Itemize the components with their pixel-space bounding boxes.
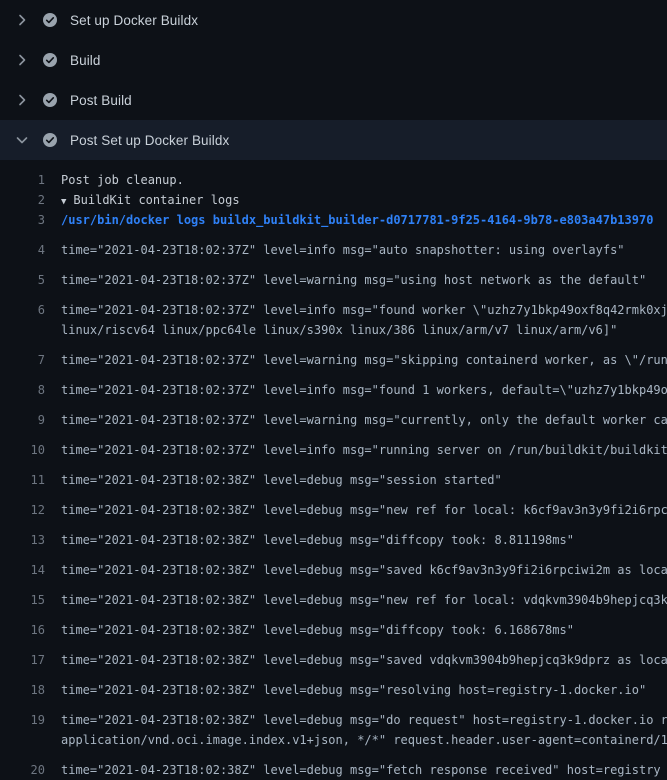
log-line: 17 time="2021-04-23T18:02:38Z" level=debu… [0, 640, 667, 670]
line-number[interactable]: 11 [0, 470, 45, 490]
log-text: linux/riscv64 linux/ppc64le linux/s390x … [61, 320, 617, 340]
log-line: 5 time="2021-04-23T18:02:37Z" level=warni… [0, 260, 667, 290]
group-expanded-triangle-icon: ▼ [61, 192, 66, 210]
log-line: 14 time="2021-04-23T18:02:38Z" level=debu… [0, 550, 667, 580]
chevron-right-icon [14, 52, 30, 68]
log-text: time="2021-04-23T18:02:38Z" level=debug … [61, 650, 667, 670]
line-number[interactable]: 10 [0, 440, 45, 460]
line-number[interactable]: 12 [0, 500, 45, 520]
log-text: time="2021-04-23T18:02:38Z" level=debug … [61, 530, 574, 550]
step-title: Set up Docker Buildx [70, 13, 198, 28]
log-text: time="2021-04-23T18:02:38Z" level=debug … [61, 680, 646, 700]
line-number[interactable]: 8 [0, 380, 45, 400]
log-text: time="2021-04-23T18:02:38Z" level=debug … [61, 470, 502, 490]
log-text: time="2021-04-23T18:02:38Z" level=debug … [61, 760, 661, 780]
line-number[interactable]: 20 [0, 760, 45, 780]
line-number[interactable]: 19 [0, 710, 45, 730]
log-line: 13 time="2021-04-23T18:02:38Z" level=debu… [0, 520, 667, 550]
log-text: time="2021-04-23T18:02:38Z" level=debug … [61, 560, 667, 580]
log-text: time="2021-04-23T18:02:38Z" level=debug … [61, 710, 667, 730]
log-line: 1 Post job cleanup. [0, 170, 667, 190]
line-number[interactable]: 7 [0, 350, 45, 370]
log-text: time="2021-04-23T18:02:37Z" level=warnin… [61, 350, 667, 370]
line-number [0, 730, 45, 750]
log-line: 18 time="2021-04-23T18:02:38Z" level=debu… [0, 670, 667, 700]
step-header-set-up-docker-buildx[interactable]: Set up Docker Buildx [0, 0, 667, 40]
success-check-icon [42, 132, 58, 148]
step-header-post-set-up-docker-buildx[interactable]: Post Set up Docker Buildx [0, 120, 667, 160]
success-check-icon [42, 92, 58, 108]
step-header-build[interactable]: Build [0, 40, 667, 80]
line-number[interactable]: 9 [0, 410, 45, 430]
log-line: 19 time="2021-04-23T18:02:38Z" level=debu… [0, 700, 667, 730]
step-title: Post Build [70, 93, 132, 108]
log-text: Post job cleanup. [61, 170, 184, 190]
log-text: time="2021-04-23T18:02:37Z" level=info m… [61, 300, 667, 320]
log-text: time="2021-04-23T18:02:38Z" level=debug … [61, 500, 667, 520]
success-check-icon [42, 12, 58, 28]
log-line: 8 time="2021-04-23T18:02:37Z" level=info … [0, 370, 667, 400]
log-line: 10 time="2021-04-23T18:02:37Z" level=info… [0, 430, 667, 460]
log-text: time="2021-04-23T18:02:37Z" level=info m… [61, 440, 667, 460]
log-text: application/vnd.oci.image.index.v1+json,… [61, 730, 667, 750]
log-command-text: /usr/bin/docker logs buildx_buildkit_bui… [61, 210, 653, 230]
log-line: linux/riscv64 linux/ppc64le linux/s390x … [0, 320, 667, 340]
log-line: application/vnd.oci.image.index.v1+json,… [0, 730, 667, 750]
log-line: 3/usr/bin/docker logs buildx_buildkit_bu… [0, 210, 667, 230]
chevron-right-icon [14, 92, 30, 108]
line-number [0, 320, 45, 340]
log-line: 4 time="2021-04-23T18:02:37Z" level=info … [0, 230, 667, 260]
log-text: time="2021-04-23T18:02:37Z" level=warnin… [61, 410, 667, 430]
log-line: 6 time="2021-04-23T18:02:37Z" level=info … [0, 290, 667, 320]
log-lines: 1 Post job cleanup. 2 ▼ BuildKit container l… [0, 160, 667, 780]
log-text: time="2021-04-23T18:02:37Z" level=warnin… [61, 270, 646, 290]
line-number[interactable]: 17 [0, 650, 45, 670]
chevron-right-icon [14, 12, 30, 28]
success-check-icon [42, 52, 58, 68]
line-number[interactable]: 6 [0, 300, 45, 320]
log-line: 20 time="2021-04-23T18:02:38Z" level=debu… [0, 750, 667, 780]
line-number[interactable]: 15 [0, 590, 45, 610]
log-line: 11 time="2021-04-23T18:02:38Z" level=debu… [0, 460, 667, 490]
step-title: Build [70, 53, 101, 68]
log-group-label: BuildKit container logs [73, 193, 239, 207]
line-number[interactable]: 2 [0, 190, 45, 210]
line-number[interactable]: 1 [0, 170, 45, 190]
line-number[interactable]: 16 [0, 620, 45, 640]
log-line: 16 time="2021-04-23T18:02:38Z" level=debu… [0, 610, 667, 640]
line-number[interactable]: 13 [0, 530, 45, 550]
log-line: 12 time="2021-04-23T18:02:38Z" level=debu… [0, 490, 667, 520]
log-line: 15 time="2021-04-23T18:02:38Z" level=debu… [0, 580, 667, 610]
step-title: Post Set up Docker Buildx [70, 133, 229, 148]
log-group-toggle[interactable]: ▼ BuildKit container logs [61, 190, 240, 210]
line-number[interactable]: 14 [0, 560, 45, 580]
log-line: 9 time="2021-04-23T18:02:37Z" level=warni… [0, 400, 667, 430]
log-line: 7 time="2021-04-23T18:02:37Z" level=warni… [0, 340, 667, 370]
workflow-steps-panel: Set up Docker Buildx Build Post Build Po… [0, 0, 667, 780]
log-text: time="2021-04-23T18:02:38Z" level=debug … [61, 590, 667, 610]
line-number[interactable]: 18 [0, 680, 45, 700]
step-header-post-build[interactable]: Post Build [0, 80, 667, 120]
log-line: 2 ▼ BuildKit container logs [0, 190, 667, 210]
log-text: time="2021-04-23T18:02:37Z" level=info m… [61, 240, 625, 260]
line-number[interactable]: 3 [0, 210, 45, 230]
log-text: time="2021-04-23T18:02:38Z" level=debug … [61, 620, 574, 640]
chevron-down-icon [14, 132, 30, 148]
line-number[interactable]: 5 [0, 270, 45, 290]
line-number[interactable]: 4 [0, 240, 45, 260]
log-text: time="2021-04-23T18:02:37Z" level=info m… [61, 380, 667, 400]
